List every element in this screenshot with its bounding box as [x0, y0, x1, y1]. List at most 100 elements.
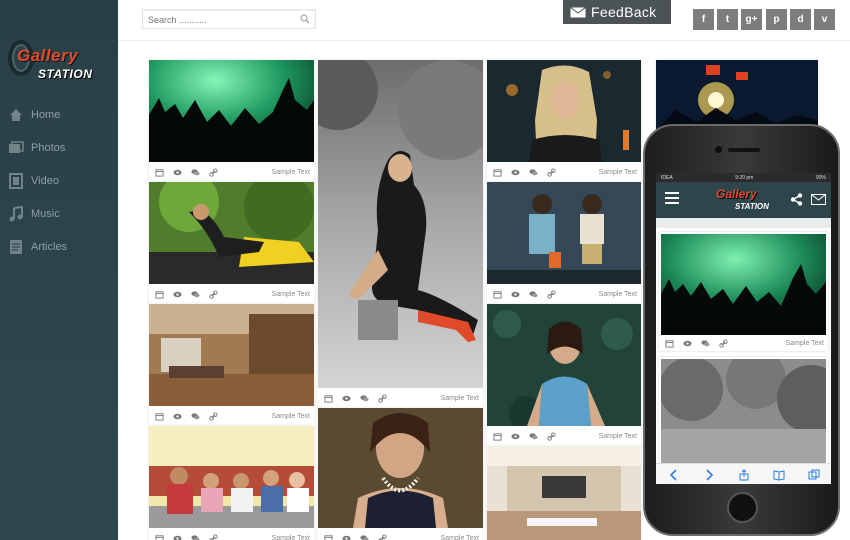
feedback-button[interactable]: FeedBack — [563, 0, 671, 24]
link-icon[interactable] — [209, 412, 218, 421]
bookmarks-icon[interactable] — [773, 468, 785, 481]
gallery-card[interactable]: Sample Text — [487, 182, 641, 306]
link-icon[interactable] — [719, 339, 728, 348]
link-icon[interactable] — [378, 394, 387, 403]
calendar-icon[interactable] — [324, 394, 333, 403]
sidebar-item-articles[interactable]: Articles — [8, 236, 108, 258]
comments-icon[interactable] — [360, 394, 369, 403]
views-icon[interactable] — [342, 394, 351, 403]
sidebar-item-home[interactable]: Home — [8, 104, 108, 126]
search-icon[interactable] — [300, 14, 310, 24]
stage-photo[interactable] — [656, 60, 818, 130]
gallery-card[interactable]: Sample Text — [149, 426, 314, 540]
children-photo[interactable] — [149, 426, 314, 528]
search-input[interactable] — [143, 11, 293, 29]
back-icon[interactable] — [668, 468, 680, 481]
views-icon[interactable] — [173, 534, 182, 540]
site-logo[interactable]: Gallery STATION — [8, 38, 112, 88]
calendar-icon[interactable] — [155, 168, 164, 177]
twitter-icon[interactable]: t — [717, 9, 738, 30]
calendar-icon[interactable] — [493, 432, 502, 441]
mobile-photo-card[interactable]: Sample Text — [659, 232, 828, 351]
facebook-icon[interactable]: f — [693, 9, 714, 30]
views-icon[interactable] — [683, 339, 692, 348]
sidebar-item-photos[interactable]: Photos — [8, 137, 108, 159]
link-icon[interactable] — [209, 168, 218, 177]
calendar-icon[interactable] — [665, 339, 674, 348]
google-plus-icon[interactable]: g+ — [741, 9, 762, 30]
gallery-card[interactable]: Sample Text — [318, 60, 483, 410]
card-toolbar: Sample Text — [487, 286, 641, 302]
calendar-icon[interactable] — [155, 290, 164, 299]
comments-icon[interactable] — [191, 534, 200, 540]
comments-icon[interactable] — [191, 412, 200, 421]
sidebar-item-label: Home — [31, 109, 61, 121]
calendar-icon[interactable] — [155, 534, 164, 540]
comments-icon[interactable] — [529, 290, 538, 299]
gallery-card[interactable]: Sample Text — [149, 60, 314, 184]
card-caption: Sample Text — [598, 290, 637, 298]
comments-icon[interactable] — [529, 432, 538, 441]
calendar-icon[interactable] — [493, 168, 502, 177]
sidebar-item-music[interactable]: Music — [8, 203, 108, 225]
comments-icon[interactable] — [360, 534, 369, 540]
pinterest-icon[interactable]: p — [766, 9, 787, 30]
comments-icon[interactable] — [191, 290, 200, 299]
dribbble-icon[interactable]: d — [790, 9, 811, 30]
link-icon[interactable] — [547, 432, 556, 441]
share-sheet-icon[interactable] — [738, 468, 750, 481]
search-box[interactable] — [142, 9, 316, 29]
card-caption: Sample Text — [598, 168, 637, 176]
gallery-card[interactable]: Sample Text — [318, 408, 483, 540]
kitchen-photo[interactable] — [487, 446, 641, 540]
comments-icon[interactable] — [191, 168, 200, 177]
views-icon[interactable] — [511, 432, 520, 441]
woman-sitting-photo[interactable] — [318, 60, 483, 388]
woman-lying-photo[interactable] — [487, 304, 641, 426]
share-icon[interactable] — [790, 193, 803, 206]
logo-word-station: STATION — [38, 67, 93, 81]
link-icon[interactable] — [547, 168, 556, 177]
woman-motorcycle-photo[interactable] — [149, 182, 314, 284]
views-icon[interactable] — [511, 168, 520, 177]
mobile-trees-photo — [661, 359, 826, 465]
phone-home-button[interactable] — [727, 492, 758, 523]
card-toolbar: Sample Text — [149, 408, 314, 424]
sidebar-item-video[interactable]: Video — [8, 170, 108, 192]
calendar-icon[interactable] — [155, 412, 164, 421]
views-icon[interactable] — [342, 534, 351, 540]
calendar-icon[interactable] — [324, 534, 333, 540]
forward-icon[interactable] — [703, 468, 715, 481]
battery-label: 90% — [815, 174, 826, 181]
toddlers-photo[interactable] — [487, 182, 641, 284]
gallery-card[interactable]: Sample Text — [149, 304, 314, 428]
tabs-icon[interactable] — [808, 468, 820, 480]
carrier-label: IDEA — [661, 174, 673, 181]
concert-photo[interactable] — [149, 60, 314, 162]
mobile-mail-icon[interactable] — [811, 194, 826, 205]
views-icon[interactable] — [173, 412, 182, 421]
comments-icon[interactable] — [529, 168, 538, 177]
mobile-photo-card[interactable] — [659, 357, 828, 467]
link-icon[interactable] — [378, 534, 387, 540]
living-room-photo[interactable] — [149, 304, 314, 406]
link-icon[interactable] — [547, 290, 556, 299]
blonde-woman-photo[interactable] — [487, 60, 641, 162]
comments-icon[interactable] — [701, 339, 710, 348]
card-caption: Sample Text — [598, 432, 637, 440]
views-icon[interactable] — [173, 168, 182, 177]
link-icon[interactable] — [209, 534, 218, 540]
gallery-card[interactable] — [656, 60, 818, 134]
gallery-card[interactable] — [487, 446, 641, 540]
gallery-card[interactable]: Sample Text — [149, 182, 314, 306]
link-icon[interactable] — [209, 290, 218, 299]
vimeo-icon[interactable]: v — [814, 9, 835, 30]
views-icon[interactable] — [511, 290, 520, 299]
woman-necklace-photo[interactable] — [318, 408, 483, 528]
gallery-card[interactable]: Sample Text — [487, 60, 641, 184]
card-toolbar: Sample Text — [149, 286, 314, 302]
calendar-icon[interactable] — [493, 290, 502, 299]
hamburger-icon[interactable] — [665, 192, 679, 204]
gallery-card[interactable]: Sample Text — [487, 304, 641, 448]
views-icon[interactable] — [173, 290, 182, 299]
